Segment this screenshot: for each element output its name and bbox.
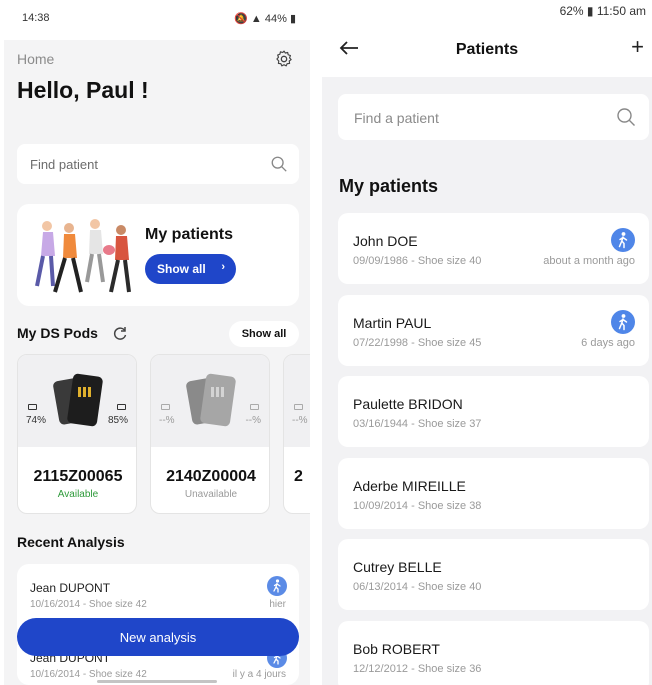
my-patients-heading: My patients xyxy=(339,176,439,196)
patient-details: 07/22/1998 - Shoe size 45 xyxy=(353,336,482,349)
pod-battery-left: --% xyxy=(159,415,175,426)
status-text: 62% ▮ 11:50 am xyxy=(559,4,646,18)
battery-icon xyxy=(28,404,37,410)
breadcrumb: Home xyxy=(17,51,55,67)
pod-image-area xyxy=(18,355,136,447)
recent-patient-details: 10/16/2014 - Shoe size 42 xyxy=(30,669,147,680)
patient-name: Bob ROBERT xyxy=(353,640,440,657)
last-analysis-time: about a month ago xyxy=(543,255,635,267)
gear-icon[interactable] xyxy=(274,49,294,69)
recent-analysis-heading: Recent Analysis xyxy=(17,534,125,550)
show-all-patients-button[interactable]: Show all › xyxy=(145,254,236,284)
refresh-icon[interactable] xyxy=(112,325,128,341)
show-all-pods-button[interactable]: Show all xyxy=(229,321,299,347)
plus-icon[interactable]: + xyxy=(631,34,644,60)
pod-status: Unavailable xyxy=(184,489,238,500)
ds-pods-heading: My DS Pods xyxy=(17,325,98,341)
recent-patient-name: Jean DUPONT xyxy=(30,581,111,595)
patient-list-item[interactable]: Martin PAUL 07/22/1998 - Shoe size 45 6 da… xyxy=(338,294,649,366)
status-battery: 44% xyxy=(264,13,287,25)
walking-person-icon xyxy=(267,576,287,596)
patient-name: Aderbe MIREILLE xyxy=(353,477,466,494)
patient-name: Cutrey BELLE xyxy=(353,559,442,575)
walking-person-icon xyxy=(611,309,635,334)
search-icon xyxy=(617,108,635,126)
pod-card[interactable]: --% 2 xyxy=(283,354,310,514)
walking-person-icon xyxy=(611,228,635,252)
pod-id: 2 xyxy=(294,468,303,485)
recent-patient-details: 10/16/2014 - Shoe size 42 xyxy=(30,599,147,610)
patient-name: Martin PAUL xyxy=(353,314,432,331)
home-screen: 14:38 🔕 ▲ 44% ▮ Home Hello, Paul ! Find … xyxy=(4,0,310,685)
pod-id: 2115Z00065 xyxy=(33,468,123,485)
status-icons: 🔕 ▲ 44% ▮ xyxy=(234,13,296,25)
battery-icon xyxy=(250,404,259,410)
my-patients-title: My patients xyxy=(145,226,234,243)
patient-name: John DOE xyxy=(353,233,418,249)
patient-name: Paulette BRIDON xyxy=(353,396,463,412)
my-patients-card[interactable]: My patients Show all › xyxy=(17,204,299,306)
patient-details: 09/09/1986 - Shoe size 40 xyxy=(353,255,482,267)
status-time: 14:38 xyxy=(22,12,50,24)
patient-list-item[interactable]: Paulette BRIDON 03/16/1944 - Shoe size 37 xyxy=(338,376,649,447)
patient-details: 03/16/1944 - Shoe size 37 xyxy=(353,418,482,430)
patient-list-item[interactable]: Bob ROBERT 12/12/2012 - Shoe size 36 xyxy=(338,620,649,685)
recent-analysis-time: il y a 4 jours xyxy=(232,669,286,680)
pod-device-image xyxy=(53,373,103,427)
pod-image-area xyxy=(284,355,310,447)
search-placeholder: Find patient xyxy=(30,157,98,172)
patient-details: 10/09/2014 - Shoe size 38 xyxy=(353,499,482,512)
greeting-title: Hello, Paul ! xyxy=(17,77,149,103)
battery-icon xyxy=(117,404,126,410)
patient-details: 06/13/2014 - Shoe size 40 xyxy=(353,581,482,593)
patient-list-item[interactable]: Cutrey BELLE 06/13/2014 - Shoe size 40 xyxy=(338,539,649,610)
battery-icon xyxy=(294,404,303,410)
pod-battery-left: --% xyxy=(292,415,308,426)
recent-analysis-time: hier xyxy=(269,599,286,610)
status-bar: 62% ▮ 11:50 am xyxy=(322,0,652,22)
pod-device-image xyxy=(186,373,236,427)
page-title: Patients xyxy=(455,41,519,58)
status-bar: 14:38 🔕 ▲ 44% ▮ xyxy=(4,0,310,40)
battery-icon xyxy=(161,404,170,410)
pod-battery-right: --% xyxy=(245,415,261,426)
pod-image-area xyxy=(151,355,269,447)
patients-screen: 62% ▮ 11:50 am Patients + Find a patient… xyxy=(322,0,652,685)
pod-card[interactable]: --% --% 2140Z00004 Unavailable xyxy=(150,354,270,514)
pod-battery-left: 74% xyxy=(26,415,47,426)
app-bar: Patients + xyxy=(322,22,652,77)
search-input[interactable]: Find a patient xyxy=(338,94,649,140)
patient-list-item[interactable]: John DOE 09/09/1986 - Shoe size 40 about a… xyxy=(338,213,649,284)
search-input[interactable]: Find patient xyxy=(17,144,299,184)
show-all-label: Show all xyxy=(157,262,206,276)
pod-id: 2140Z00004 xyxy=(166,468,256,485)
search-icon xyxy=(271,156,287,172)
pod-status: Available xyxy=(57,489,99,500)
new-analysis-button[interactable]: New analysis xyxy=(17,618,299,656)
patient-details: 12/12/2012 - Shoe size 36 xyxy=(353,662,482,675)
people-walking-illustration xyxy=(35,219,131,293)
chevron-right-icon: › xyxy=(221,261,225,273)
pod-card[interactable]: 74% 85% 2115Z00065 Available xyxy=(17,354,137,514)
last-analysis-time: 6 days ago xyxy=(581,336,635,349)
pod-battery-right: 85% xyxy=(107,415,128,426)
patient-list-item[interactable]: Aderbe MIREILLE 10/09/2014 - Shoe size 38 xyxy=(338,457,649,529)
home-indicator xyxy=(97,680,217,683)
search-placeholder: Find a patient xyxy=(354,110,439,126)
